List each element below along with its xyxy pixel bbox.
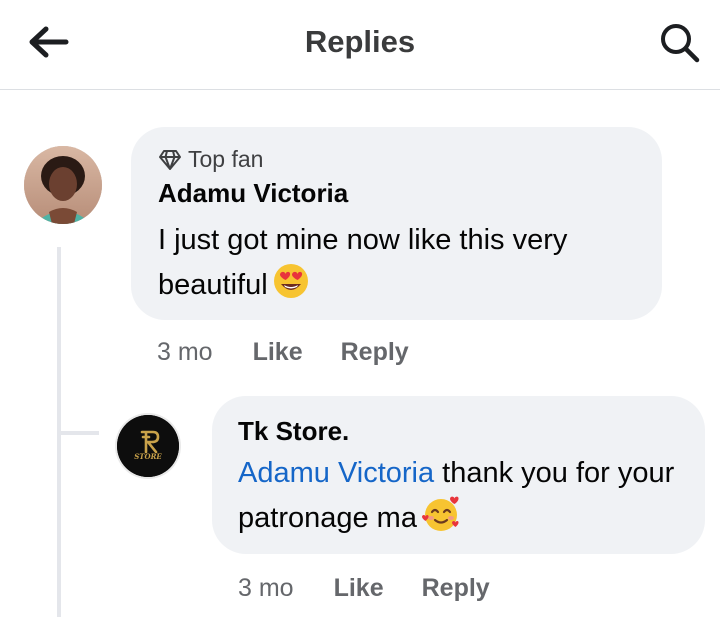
- store-logo-text: STORE: [134, 452, 162, 461]
- reply-button[interactable]: Reply: [341, 338, 409, 367]
- comment-text: Adamu Victoria thank you for your patron…: [238, 452, 698, 546]
- search-icon: [661, 24, 700, 63]
- comment-text-content: I just got mine now like this very beaut…: [158, 224, 568, 301]
- profile-photo: [24, 146, 102, 224]
- diamond-icon: [159, 149, 181, 170]
- heart-eyes-emoji: [272, 262, 310, 313]
- reply-actions: 3 mo Like Reply: [238, 574, 528, 603]
- smiling-face-with-hearts-emoji: [421, 495, 461, 546]
- search-button[interactable]: [657, 20, 703, 66]
- like-button[interactable]: Like: [253, 338, 303, 367]
- top-fan-badge: Top fan: [158, 146, 263, 173]
- badge-label: Top fan: [188, 146, 264, 172]
- reply-connector: [57, 431, 99, 435]
- top-bar: Replies: [0, 0, 720, 90]
- comment-actions: 3 mo Like Reply: [157, 338, 447, 367]
- comment-author[interactable]: Tk Store.: [238, 416, 349, 447]
- like-button[interactable]: Like: [334, 574, 384, 603]
- comment-author[interactable]: Adamu Victoria: [158, 178, 348, 209]
- comment-text: I just got mine now like this very beaut…: [158, 219, 648, 313]
- reply-button[interactable]: Reply: [422, 574, 490, 603]
- store-logo: STORE: [117, 415, 179, 477]
- mention-link[interactable]: Adamu Victoria: [238, 457, 434, 489]
- comment-time[interactable]: 3 mo: [238, 574, 294, 603]
- avatar[interactable]: STORE: [117, 415, 179, 477]
- avatar[interactable]: [24, 146, 102, 224]
- reply-bubble[interactable]: Tk Store. Adamu Victoria thank you for y…: [212, 396, 705, 554]
- comment-bubble[interactable]: Top fan Adamu Victoria I just got mine n…: [131, 127, 662, 320]
- page-title: Replies: [304, 24, 416, 59]
- comment-time[interactable]: 3 mo: [157, 338, 213, 367]
